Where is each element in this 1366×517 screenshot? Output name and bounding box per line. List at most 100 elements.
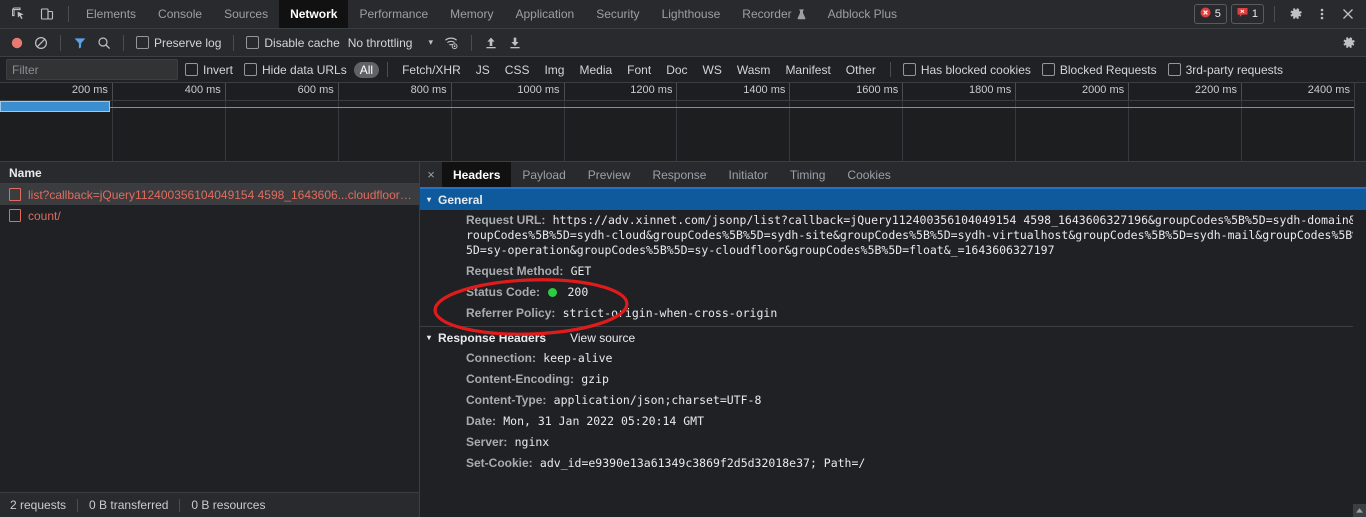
filter-type-font[interactable]: Font bbox=[621, 62, 657, 78]
header-value: Mon, 31 Jan 2022 05:20:14 GMT bbox=[503, 414, 705, 428]
timeline-tick: 1000 ms bbox=[452, 83, 565, 100]
close-icon[interactable] bbox=[1337, 3, 1359, 25]
tab-recorder[interactable]: Recorder bbox=[731, 0, 816, 28]
filter-type-manifest[interactable]: Manifest bbox=[779, 62, 836, 78]
clear-button[interactable] bbox=[30, 32, 52, 54]
tab-label: Sources bbox=[224, 7, 269, 21]
has-blocked-cookies-checkbox[interactable]: Has blocked cookies bbox=[899, 63, 1035, 77]
filter-funnel-icon[interactable] bbox=[69, 32, 91, 54]
tab-cookies[interactable]: Cookies bbox=[836, 162, 901, 187]
tab-adblock-plus[interactable]: Adblock Plus bbox=[817, 0, 908, 28]
filter-type-media[interactable]: Media bbox=[573, 62, 618, 78]
network-settings-gear-icon[interactable] bbox=[1338, 32, 1360, 54]
disable-cache-checkbox[interactable]: Disable cache bbox=[242, 36, 343, 50]
tab-application[interactable]: Application bbox=[504, 0, 585, 28]
device-toolbar-icon[interactable] bbox=[36, 3, 58, 25]
tab-label: Performance bbox=[359, 7, 429, 21]
export-har-icon[interactable] bbox=[504, 32, 526, 54]
warning-count-label: 1 bbox=[1251, 8, 1258, 20]
header-row-date: Date: Mon, 31 Jan 2022 05:20:14 GMT bbox=[420, 411, 1366, 432]
tab-elements[interactable]: Elements bbox=[75, 0, 147, 28]
filter-divider-2 bbox=[889, 62, 891, 77]
tab-sources[interactable]: Sources bbox=[213, 0, 279, 28]
tab-network[interactable]: Network bbox=[279, 0, 349, 28]
timeline-tick-label: 1000 ms bbox=[517, 84, 560, 96]
close-details-icon[interactable]: × bbox=[420, 162, 442, 187]
header-row-status-code: Status Code: 200 bbox=[420, 282, 1366, 303]
checkbox-box bbox=[246, 36, 260, 49]
request-list-header[interactable]: Name bbox=[0, 162, 419, 184]
response-headers-section-header[interactable]: ▾ Response Headers View source bbox=[420, 327, 1366, 348]
network-overview[interactable]: 200 ms 400 ms 600 ms 800 ms 1000 ms 1200 ms 14… bbox=[0, 83, 1366, 162]
tab-console[interactable]: Console bbox=[147, 0, 213, 28]
tabstrip-right-controls: 5 1 bbox=[1193, 0, 1366, 28]
filter-type-img[interactable]: Img bbox=[538, 62, 570, 78]
record-button[interactable] bbox=[6, 32, 28, 54]
tab-timing[interactable]: Timing bbox=[779, 162, 837, 187]
tab-label: Lighthouse bbox=[661, 7, 721, 21]
error-icon bbox=[1200, 7, 1211, 21]
chevron-down-icon: ▾ bbox=[427, 195, 432, 204]
overview-grid-column bbox=[452, 100, 565, 161]
throttling-select[interactable]: No throttling ▾ bbox=[346, 36, 439, 50]
filter-type-css[interactable]: CSS bbox=[499, 62, 536, 78]
table-row[interactable]: list?callback=jQuery112400356104049154 4… bbox=[0, 184, 419, 205]
tab-preview[interactable]: Preview bbox=[577, 162, 642, 187]
preserve-log-checkbox[interactable]: Preserve log bbox=[132, 36, 225, 50]
error-count-label: 5 bbox=[1214, 8, 1221, 20]
gear-icon[interactable] bbox=[1285, 3, 1307, 25]
checkbox-box bbox=[244, 63, 258, 76]
details-scrollbar[interactable] bbox=[1353, 216, 1366, 504]
tab-label: Memory bbox=[450, 7, 494, 21]
filter-type-ws[interactable]: WS bbox=[697, 62, 728, 78]
header-name: Server: bbox=[466, 435, 508, 449]
throttling-label: No throttling bbox=[347, 35, 413, 50]
header-value: gzip bbox=[581, 372, 609, 386]
toolbar-divider-3 bbox=[233, 34, 235, 51]
filter-input[interactable] bbox=[6, 59, 178, 80]
filter-type-fetch-xhr[interactable]: Fetch/XHR bbox=[396, 62, 467, 78]
tab-payload[interactable]: Payload bbox=[511, 162, 576, 187]
timeline-tick: 2000 ms bbox=[1016, 83, 1130, 100]
tab-response[interactable]: Response bbox=[641, 162, 717, 187]
tab-headers[interactable]: Headers bbox=[442, 162, 512, 187]
overview-right-edge bbox=[1354, 83, 1366, 161]
scroll-up-icon[interactable] bbox=[1353, 504, 1366, 517]
tab-memory[interactable]: Memory bbox=[439, 0, 504, 28]
status-divider bbox=[77, 498, 79, 512]
inspect-element-icon[interactable] bbox=[8, 3, 30, 25]
network-conditions-icon[interactable] bbox=[441, 32, 463, 54]
filter-type-js[interactable]: JS bbox=[470, 62, 496, 78]
timeline-tick-label: 1400 ms bbox=[743, 84, 786, 96]
tab-lighthouse[interactable]: Lighthouse bbox=[651, 0, 732, 28]
request-list-pane: Name list?callback=jQuery112400356104049… bbox=[0, 162, 420, 517]
header-value: application/json;charset=UTF-8 bbox=[553, 393, 762, 407]
filter-type-doc[interactable]: Doc bbox=[660, 62, 693, 78]
search-icon[interactable] bbox=[93, 32, 115, 54]
overview-grid-column bbox=[113, 100, 226, 161]
more-options-icon[interactable] bbox=[1311, 3, 1333, 25]
table-row[interactable]: count/ bbox=[0, 205, 419, 226]
warning-counter[interactable]: 1 bbox=[1230, 4, 1264, 24]
blocked-requests-checkbox[interactable]: Blocked Requests bbox=[1038, 63, 1161, 77]
third-party-requests-checkbox[interactable]: 3rd-party requests bbox=[1164, 63, 1287, 77]
overview-grid-column bbox=[1129, 100, 1243, 161]
header-name: Set-Cookie: bbox=[466, 456, 533, 470]
filter-type-other[interactable]: Other bbox=[840, 62, 882, 78]
tab-performance[interactable]: Performance bbox=[348, 0, 439, 28]
hide-data-urls-checkbox[interactable]: Hide data URLs bbox=[240, 63, 351, 77]
filter-type-wasm[interactable]: Wasm bbox=[731, 62, 777, 78]
tab-initiator[interactable]: Initiator bbox=[717, 162, 778, 187]
filter-type-all[interactable]: All bbox=[353, 61, 380, 78]
overview-grid-column bbox=[1016, 100, 1130, 161]
import-har-icon[interactable] bbox=[480, 32, 502, 54]
timeline-tick-label: 1800 ms bbox=[969, 84, 1012, 96]
error-counter[interactable]: 5 bbox=[1193, 4, 1227, 24]
timeline-tick: 600 ms bbox=[226, 83, 339, 100]
view-source-link[interactable]: View source bbox=[570, 331, 635, 345]
overview-grid-column bbox=[903, 100, 1017, 161]
tab-security[interactable]: Security bbox=[585, 0, 650, 28]
general-section-header[interactable]: ▾ General bbox=[420, 189, 1366, 210]
invert-checkbox[interactable]: Invert bbox=[181, 63, 237, 77]
toolbar-divider-2 bbox=[123, 34, 124, 51]
